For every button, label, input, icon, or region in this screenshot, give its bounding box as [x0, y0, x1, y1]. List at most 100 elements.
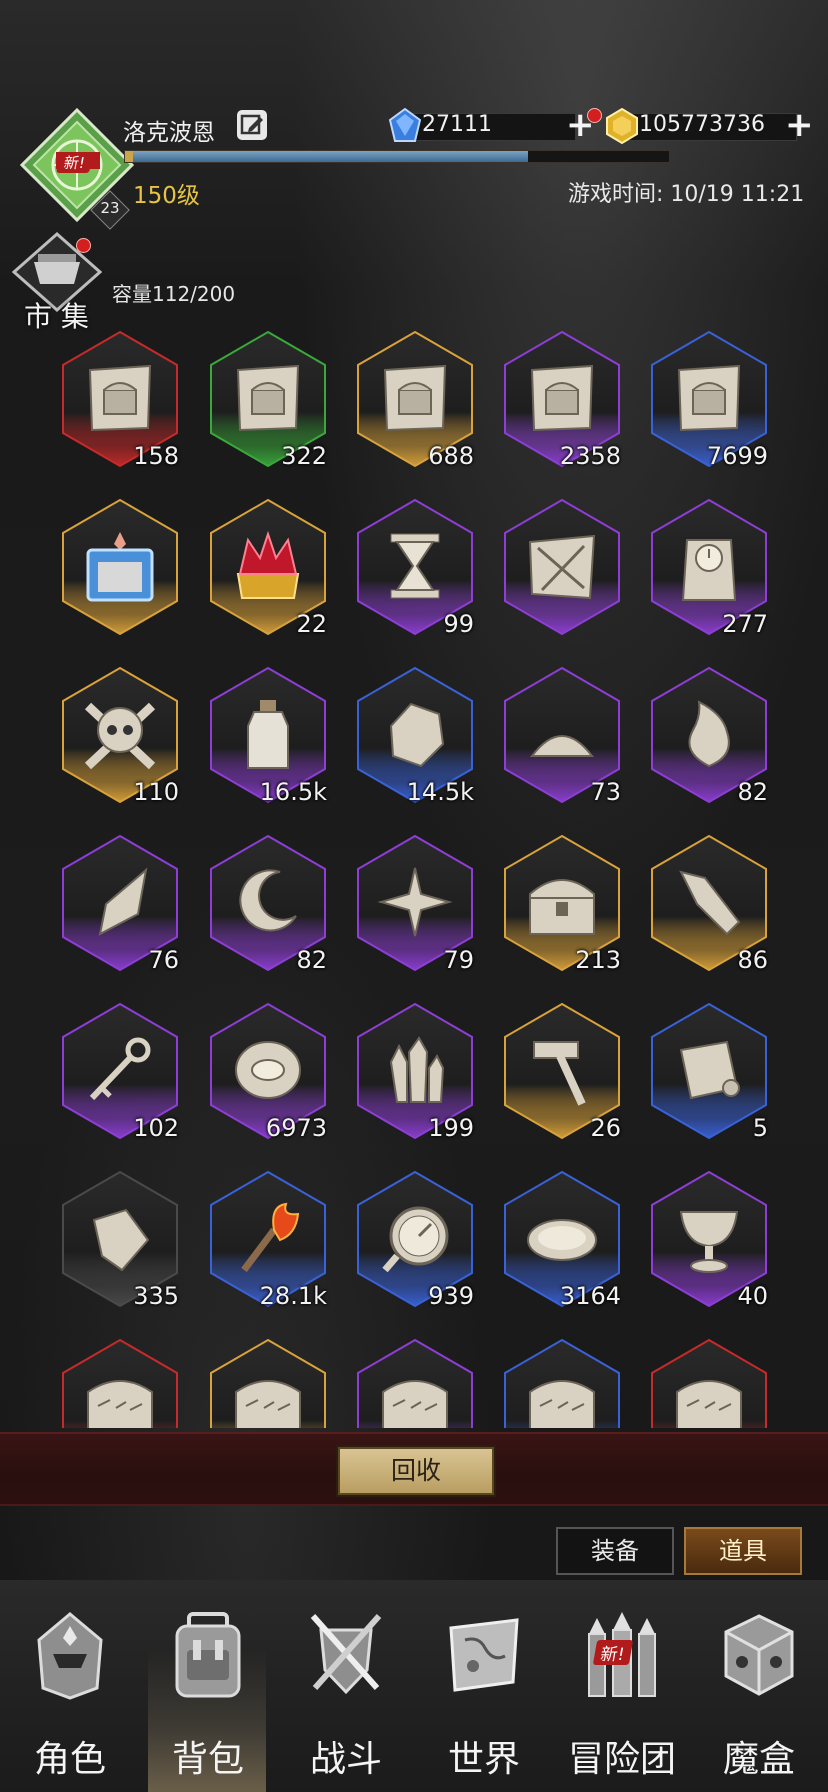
gold-amount: 105773736: [639, 112, 765, 137]
xp-fill: [125, 151, 528, 162]
tab-items-label: 道具: [719, 1537, 767, 1565]
backpack-icon: [175, 1612, 241, 1698]
gem-amount: 27111: [422, 112, 492, 137]
inventory-item[interactable]: [355, 1338, 475, 1428]
inventory-item[interactable]: 82: [208, 834, 328, 974]
hammer-icon: [533, 1041, 586, 1106]
inventory-item[interactable]: 99: [355, 498, 475, 638]
inventory-item[interactable]: [60, 1338, 180, 1428]
inventory-item[interactable]: [502, 1338, 622, 1428]
item-count: 5: [752, 1114, 768, 1142]
inventory-item[interactable]: [60, 498, 180, 638]
chest-map-icon: [530, 364, 594, 432]
nav-new-tag: 新!: [592, 1640, 634, 1665]
item-count: 3164: [559, 1282, 621, 1310]
crystal-shard-icon: [679, 870, 741, 936]
item-count: 79: [443, 946, 474, 974]
inventory-item[interactable]: 277: [649, 498, 769, 638]
inventory-item[interactable]: 16.5k: [208, 666, 328, 806]
item-count: 28.1k: [259, 1282, 327, 1310]
recycle-button-label: 回收: [390, 1456, 441, 1485]
item-count: 158: [133, 442, 179, 470]
item-count: 82: [296, 946, 327, 974]
inventory-item[interactable]: 73: [502, 666, 622, 806]
edit-name-button[interactable]: [237, 110, 267, 140]
swords-shield-icon: [310, 1614, 382, 1695]
nav-world[interactable]: 世界: [415, 1600, 553, 1792]
inventory-item[interactable]: 2358: [502, 330, 622, 470]
key-icon: [89, 1037, 151, 1101]
nav-magic-box[interactable]: 魔盒: [690, 1600, 828, 1792]
rune-tablet-icon: [382, 1380, 448, 1428]
nav-character[interactable]: 角色: [1, 1600, 139, 1792]
nav-adventure-group[interactable]: 新! 冒险团: [553, 1600, 691, 1792]
inventory-item[interactable]: 158: [60, 330, 180, 470]
shard-icon: [98, 867, 148, 936]
item-count: 14.5k: [406, 778, 474, 806]
pencil-icon: [240, 114, 263, 135]
gold-counter: 105773736: [605, 108, 805, 144]
scroll-icon: [679, 1040, 740, 1100]
tab-items[interactable]: 道具: [684, 1527, 802, 1575]
inventory-item[interactable]: 14.5k: [355, 666, 475, 806]
item-count: 22: [296, 610, 327, 638]
item-count: 335: [133, 1282, 179, 1310]
item-count: 26: [590, 1114, 621, 1142]
game-time: 游戏时间: 10/19 11:21: [568, 182, 805, 207]
rock-icon: [389, 702, 445, 768]
inventory-item[interactable]: 86: [649, 834, 769, 974]
inventory-item[interactable]: 22: [208, 498, 328, 638]
item-count: 688: [428, 442, 474, 470]
inventory-item[interactable]: 3164: [502, 1170, 622, 1310]
inventory-item[interactable]: 939: [355, 1170, 475, 1310]
inventory-item[interactable]: 7699: [649, 330, 769, 470]
item-count: 102: [133, 1114, 179, 1142]
player-level: 150级: [133, 183, 200, 209]
inventory-item[interactable]: 26: [502, 1002, 622, 1142]
inventory-item[interactable]: 102: [60, 1002, 180, 1142]
inventory-item[interactable]: 199: [355, 1002, 475, 1142]
red-crown-icon: [236, 530, 300, 599]
plate-icon: [527, 1219, 597, 1261]
clock-icon: [681, 539, 737, 601]
recycle-button[interactable]: 回收: [338, 1447, 494, 1495]
inventory-item[interactable]: 213: [502, 834, 622, 974]
inventory-item[interactable]: 688: [355, 330, 475, 470]
inventory-item[interactable]: [649, 1338, 769, 1428]
inventory-item[interactable]: 5: [649, 1002, 769, 1142]
spark-icon: [377, 867, 453, 937]
torch-icon: [241, 1202, 300, 1273]
dust-pile-icon: [529, 735, 595, 757]
item-count: 277: [722, 610, 768, 638]
inventory-item[interactable]: 322: [208, 330, 328, 470]
inventory-item[interactable]: [208, 1338, 328, 1428]
flame-wisp-icon: [688, 700, 730, 768]
item-count: 40: [737, 1282, 768, 1310]
compass-icon: [382, 1206, 449, 1273]
nav-backpack[interactable]: 背包: [139, 1600, 277, 1792]
inventory-item[interactable]: [502, 498, 622, 638]
nav-battle[interactable]: 战斗: [277, 1600, 415, 1792]
inventory-item[interactable]: 40: [649, 1170, 769, 1310]
inventory-item[interactable]: 79: [355, 834, 475, 974]
helmet-icon: [37, 1612, 103, 1700]
inventory-item[interactable]: 110: [60, 666, 180, 806]
rune-tablet-icon: [235, 1380, 301, 1428]
tab-equipment[interactable]: 装备: [556, 1527, 674, 1575]
item-grid: 158 322 688 2358 7699 22 99 277 110 16.5…: [0, 330, 828, 1428]
goblet-icon: [679, 1211, 739, 1273]
item-count: 7699: [706, 442, 768, 470]
inventory-item[interactable]: 28.1k: [208, 1170, 328, 1310]
rune-tablet-icon: [529, 1380, 595, 1428]
inventory-item[interactable]: 76: [60, 834, 180, 974]
market-label: 市 集: [24, 300, 89, 333]
item-count: 6973: [265, 1114, 327, 1142]
item-count: 16.5k: [259, 778, 327, 806]
inventory-item[interactable]: 335: [60, 1170, 180, 1310]
inventory-item[interactable]: 82: [649, 666, 769, 806]
map-icon: [449, 1618, 519, 1692]
inventory-item[interactable]: 6973: [208, 1002, 328, 1142]
add-gold-button[interactable]: +: [785, 108, 814, 142]
eye-stone-icon: [235, 1041, 301, 1099]
nav-battle-label: 战斗: [309, 1739, 382, 1780]
